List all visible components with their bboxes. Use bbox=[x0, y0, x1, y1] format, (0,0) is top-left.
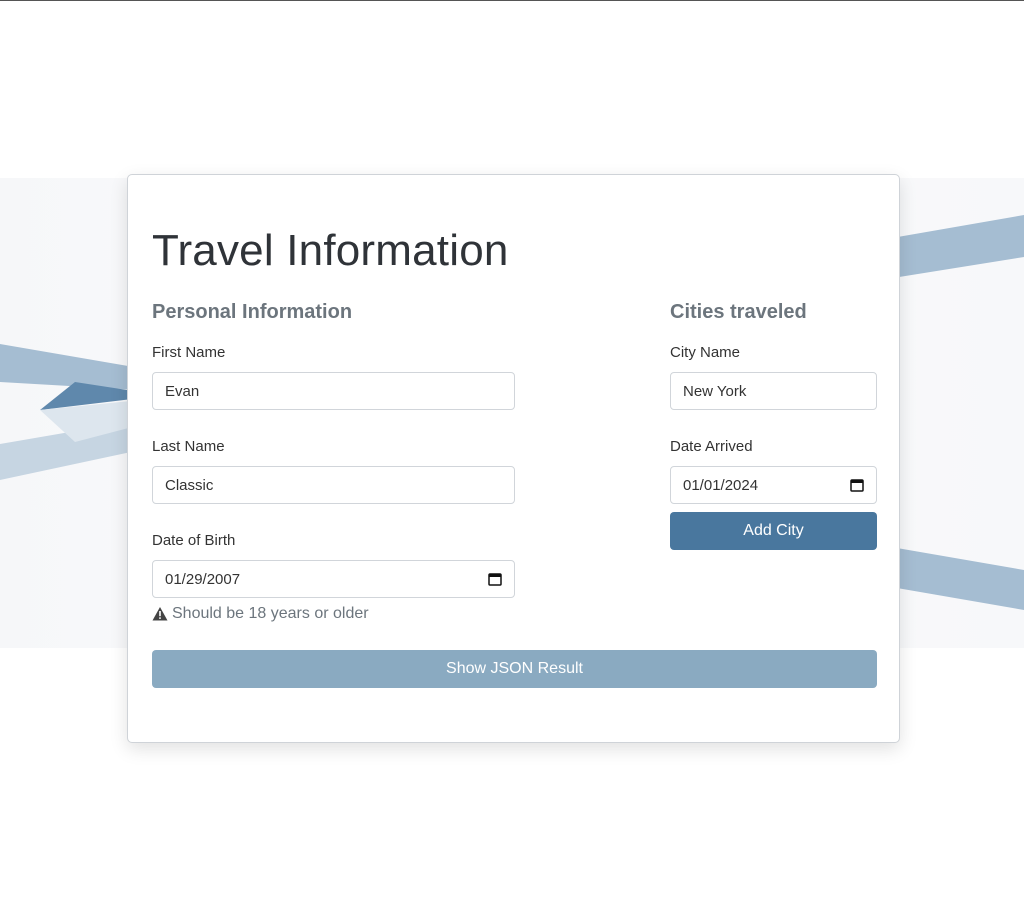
first-name-field[interactable]: Evan bbox=[152, 372, 515, 410]
dob-value: 01/29/2007 bbox=[165, 570, 241, 588]
first-name-label: First Name bbox=[152, 344, 226, 361]
date-arrived-value: 01/01/2024 bbox=[683, 476, 759, 494]
dob-label: Date of Birth bbox=[152, 532, 236, 549]
add-city-button[interactable]: Add City bbox=[670, 512, 877, 550]
show-json-button[interactable]: Show JSON Result bbox=[152, 650, 877, 688]
last-name-value: Classic bbox=[165, 476, 214, 494]
dob-hint: Should be 18 years or older bbox=[152, 605, 369, 623]
date-arrived-label: Date Arrived bbox=[670, 438, 753, 455]
calendar-icon[interactable] bbox=[850, 478, 864, 492]
travel-form-card: Travel Information Personal Information … bbox=[127, 174, 900, 743]
cities-heading: Cities traveled bbox=[670, 301, 807, 323]
date-arrived-field[interactable]: 01/01/2024 bbox=[670, 466, 877, 504]
personal-info-heading: Personal Information bbox=[152, 301, 353, 323]
dob-hint-text: Should be 18 years or older bbox=[172, 605, 369, 622]
city-name-value: New York bbox=[683, 382, 747, 400]
last-name-field[interactable]: Classic bbox=[152, 466, 515, 504]
dob-field[interactable]: 01/29/2007 bbox=[152, 560, 515, 598]
first-name-value: Evan bbox=[165, 382, 200, 400]
page-title: Travel Information bbox=[152, 226, 509, 275]
last-name-label: Last Name bbox=[152, 438, 225, 455]
city-name-field[interactable]: New York bbox=[670, 372, 877, 410]
city-name-label: City Name bbox=[670, 344, 741, 361]
calendar-icon[interactable] bbox=[488, 572, 502, 586]
warning-triangle-icon bbox=[152, 607, 168, 621]
